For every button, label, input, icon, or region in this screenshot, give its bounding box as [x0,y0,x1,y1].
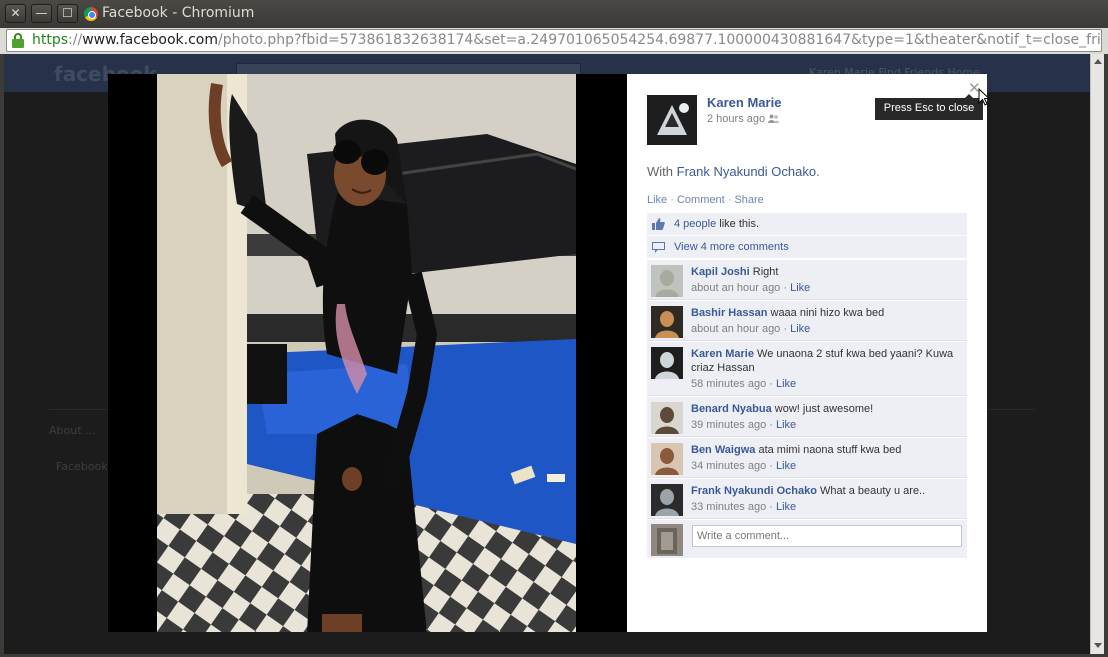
photo-image[interactable] [157,74,576,632]
view-more-comments-row[interactable]: View 4 more comments [647,236,967,259]
comment-meta: 39 minutes ago · Like [691,419,797,431]
with-suffix: . [816,164,820,179]
comment-like-link[interactable]: Like [776,460,796,472]
comment-like-link[interactable]: Like [790,282,810,294]
comment-text: Right [752,266,779,278]
comment-author-avatar[interactable] [651,402,683,434]
comment-meta: about an hour ago · Like [691,282,811,294]
browser-window: ✕ — ☐ Facebook - Chromium https://www.fa… [0,0,1108,657]
comment-item: Karen Marie We unaona 2 stuf kwa bed yaa… [647,341,967,396]
comment-author-avatar[interactable] [651,265,683,297]
comment-body: Karen Marie We unaona 2 stuf kwa bed yaa… [691,347,961,375]
comment-meta: 33 minutes ago · Like [691,501,797,513]
comment-like-link[interactable]: Like [776,419,796,431]
friends-audience-icon[interactable] [768,114,780,123]
comment-item: Kapil Joshi Right about an hour ago · Lik… [647,259,967,300]
window-minimize-button[interactable]: — [31,4,52,23]
comment-time[interactable]: about an hour ago [691,323,780,335]
comment-item: Bashir Hassan waaa nini hizo kwa bed abou… [647,300,967,341]
url-separator: :// [68,32,83,48]
comment-author-avatar[interactable] [651,484,683,516]
comment-text: What a beauty u are.. [820,485,926,497]
comments-list: Kapil Joshi Right about an hour ago · Lik… [647,259,967,519]
share-link[interactable]: Share [734,194,763,206]
comment-author-link[interactable]: Bashir Hassan [691,307,767,319]
comment-time[interactable]: about an hour ago [691,282,780,294]
tagged-with-line: With Frank Nyakundi Ochako. [647,164,820,179]
comment-time[interactable]: 39 minutes ago [691,419,766,431]
comment-body: Bashir Hassan waaa nini hizo kwa bed [691,306,961,320]
comment-like-link[interactable]: Like [776,378,796,390]
post-time[interactable]: 2 hours ago [707,113,765,125]
comment-body: Frank Nyakundi Ochako What a beauty u ar… [691,484,961,498]
post-actions: Like · Comment · Share [647,194,764,206]
comment-author-link[interactable]: Ben Waigwa [691,444,755,456]
owner-avatar[interactable] [647,95,697,145]
tagged-person-link[interactable]: Frank Nyakundi Ochako [677,164,816,179]
url-path: /photo.php?fbid=573861832638174&set=a.24… [218,32,1102,48]
window-close-button[interactable]: ✕ [5,4,26,23]
with-prefix: With [647,164,677,179]
comment-time[interactable]: 58 minutes ago [691,378,766,390]
comment-time[interactable]: 33 minutes ago [691,501,766,513]
comment-author-link[interactable]: Benard Nyabua [691,403,772,415]
action-separator: · [667,194,677,206]
window-title: Facebook - Chromium [102,5,255,21]
comment-body: Benard Nyabua wow! just awesome! [691,402,961,416]
action-separator: · [724,194,735,206]
mouse-pointer-icon [978,88,990,106]
comment-meta: 58 minutes ago · Like [691,378,797,390]
scroll-up-arrow-icon[interactable] [1094,59,1102,64]
thumbs-up-icon [652,218,665,230]
comment-like-link[interactable]: Like [790,323,810,335]
likes-text: like this. [716,218,760,230]
comment-text: ata mimi naona stuff kwa bed [758,444,902,456]
browser-toolbar: https://www.facebook.com/photo.php?fbid=… [0,28,1108,54]
add-comment-row: Write a comment... [647,519,967,558]
feedback-box: 4 people like this. View 4 more comments… [647,213,967,558]
comment-text: wow! just awesome! [774,403,874,415]
comment-item: Ben Waigwa ata mimi naona stuff kwa bed 3… [647,437,967,478]
view-more-comments-link[interactable]: View 4 more comments [674,241,789,253]
page-scrollbar[interactable] [1090,54,1104,654]
comment-meta: about an hour ago · Like [691,323,811,335]
secure-lock-icon[interactable] [12,33,24,48]
viewer-avatar [651,524,683,556]
owner-name-link[interactable]: Karen Marie [707,95,781,110]
url-text: https://www.facebook.com/photo.php?fbid=… [32,32,1102,48]
window-maximize-button[interactable]: ☐ [57,4,78,23]
chromium-icon [84,7,98,21]
comment-author-avatar[interactable] [651,443,683,475]
comment-item: Frank Nyakundi Ochako What a beauty u ar… [647,478,967,519]
title-bar: ✕ — ☐ Facebook - Chromium [0,0,1108,28]
comment-author-link[interactable]: Frank Nyakundi Ochako [691,485,817,497]
comment-link[interactable]: Comment [677,194,725,206]
photo-theater: Karen Marie 2 hours ago With Frank Nyaku… [108,74,987,632]
likes-count-link[interactable]: 4 people [674,218,716,230]
url-scheme: https [32,32,69,48]
comment-bubble-icon [652,242,665,253]
comment-input[interactable]: Write a comment... [692,525,962,547]
comment-text: waaa nini hizo kwa bed [770,307,885,319]
url-host: www.facebook.com [82,32,219,48]
comment-author-link[interactable]: Karen Marie [691,348,754,360]
post-timestamp: 2 hours ago [707,113,780,125]
comment-body: Ben Waigwa ata mimi naona stuff kwa bed [691,443,961,457]
like-link[interactable]: Like [647,194,667,206]
comment-item: Benard Nyabua wow! just awesome! 39 minut… [647,396,967,437]
address-bar[interactable]: https://www.facebook.com/photo.php?fbid=… [6,29,1102,52]
photo-sidebar: Karen Marie 2 hours ago With Frank Nyaku… [627,74,987,632]
comment-like-link[interactable]: Like [776,501,796,513]
comment-author-link[interactable]: Kapil Joshi [691,266,750,278]
close-tooltip: Press Esc to close [875,94,983,120]
comment-body: Kapil Joshi Right [691,265,961,279]
scroll-down-arrow-icon[interactable] [1094,643,1102,648]
comment-author-avatar[interactable] [651,306,683,338]
comment-time[interactable]: 34 minutes ago [691,460,766,472]
comment-meta: 34 minutes ago · Like [691,460,797,472]
likes-row: 4 people like this. [647,213,967,236]
comment-author-avatar[interactable] [651,347,683,379]
